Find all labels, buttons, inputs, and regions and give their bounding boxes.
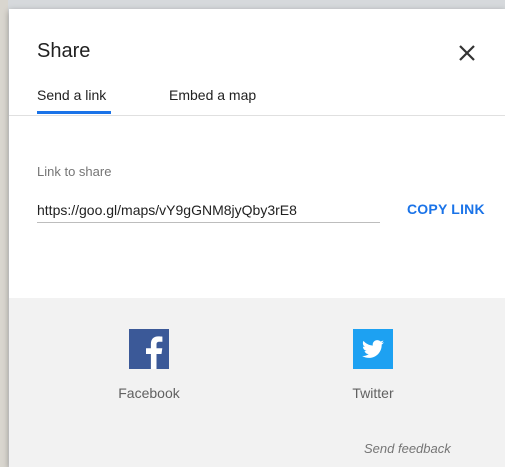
facebook-icon <box>129 329 169 369</box>
twitter-share-button[interactable]: Twitter <box>323 329 423 401</box>
share-dialog: Share Send a link Embed a map Link to sh… <box>9 9 505 467</box>
close-button[interactable] <box>452 38 482 68</box>
tab-send-a-link[interactable]: Send a link <box>37 87 106 103</box>
tab-bar: Send a link Embed a map <box>9 81 505 125</box>
dialog-title: Share <box>37 40 91 62</box>
twitter-icon <box>353 329 393 369</box>
facebook-share-button[interactable]: Facebook <box>99 329 199 401</box>
active-tab-indicator <box>37 111 111 114</box>
facebook-label: Facebook <box>118 385 180 401</box>
share-footer: Facebook Twitter Send feedback <box>9 298 505 467</box>
close-icon <box>459 45 475 61</box>
share-link-field[interactable] <box>37 197 380 223</box>
send-feedback-link[interactable]: Send feedback <box>364 441 451 456</box>
twitter-label: Twitter <box>352 385 394 401</box>
tab-embed-a-map[interactable]: Embed a map <box>169 87 256 103</box>
tab-divider <box>9 115 505 116</box>
link-to-share-label: Link to share <box>37 164 112 179</box>
copy-link-button[interactable]: COPY LINK <box>407 201 485 217</box>
